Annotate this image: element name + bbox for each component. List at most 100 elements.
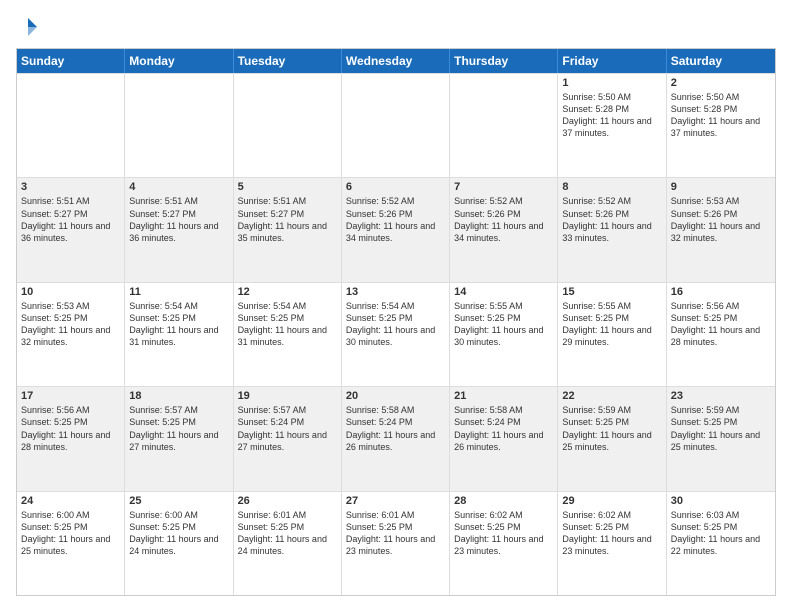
cell-info: Sunrise: 5:57 AM Sunset: 5:25 PM Dayligh… — [129, 404, 228, 453]
day-number: 18 — [129, 390, 228, 402]
calendar-cell: 29 Sunrise: 6:02 AM Sunset: 5:25 PM Dayli… — [558, 492, 666, 595]
calendar-cell: 16Sunrise: 5:56 AM Sunset: 5:25 PM Dayli… — [667, 283, 775, 386]
calendar-cell: 24Sunrise: 6:00 AM Sunset: 5:25 PM Dayli… — [17, 492, 125, 595]
day-number: 11 — [129, 286, 228, 298]
calendar-cell: 20 Sunrise: 5:58 AM Sunset: 5:24 PM Dayli… — [342, 387, 450, 490]
week-row-1: 1 Sunrise: 5:50 AM Sunset: 5:28 PM Daylig… — [17, 73, 775, 177]
calendar-cell: 14 Sunrise: 5:55 AM Sunset: 5:25 PM Dayli… — [450, 283, 558, 386]
calendar-cell: 30 Sunrise: 6:03 AM Sunset: 5:25 PM Dayli… — [667, 492, 775, 595]
header-saturday: Saturday — [667, 49, 775, 73]
day-number: 21 — [454, 390, 553, 402]
day-number: 5 — [238, 181, 337, 193]
day-number: 6 — [346, 181, 445, 193]
calendar-cell — [450, 74, 558, 177]
cell-info: Sunrise: 5:51 AM Sunset: 5:27 PM Dayligh… — [21, 195, 120, 244]
cell-info: Sunrise: 5:55 AM Sunset: 5:25 PM Dayligh… — [562, 300, 661, 349]
day-number: 12 — [238, 286, 337, 298]
calendar-cell: 15Sunrise: 5:55 AM Sunset: 5:25 PM Dayli… — [558, 283, 666, 386]
week-row-2: 3 Sunrise: 5:51 AM Sunset: 5:27 PM Daylig… — [17, 177, 775, 281]
cell-info: Sunrise: 5:52 AM Sunset: 5:26 PM Dayligh… — [454, 195, 553, 244]
header-tuesday: Tuesday — [234, 49, 342, 73]
day-number: 10 — [21, 286, 120, 298]
day-number: 27 — [346, 495, 445, 507]
calendar-cell: 1Sunrise: 5:50 AM Sunset: 5:28 PM Daylig… — [558, 74, 666, 177]
header — [16, 16, 776, 38]
calendar-cell: 12 Sunrise: 5:54 AM Sunset: 5:25 PM Dayli… — [234, 283, 342, 386]
calendar-cell: 9 Sunrise: 5:53 AM Sunset: 5:26 PM Daylig… — [667, 178, 775, 281]
day-number: 22 — [562, 390, 661, 402]
cell-info: Sunrise: 6:01 AM Sunset: 5:25 PM Dayligh… — [238, 509, 337, 558]
cell-info: Sunrise: 5:53 AM Sunset: 5:26 PM Dayligh… — [671, 195, 771, 244]
calendar-cell: 2 Sunrise: 5:50 AM Sunset: 5:28 PM Daylig… — [667, 74, 775, 177]
calendar-cell: 17Sunrise: 5:56 AM Sunset: 5:25 PM Dayli… — [17, 387, 125, 490]
cell-info: Sunrise: 5:52 AM Sunset: 5:26 PM Dayligh… — [562, 195, 661, 244]
day-number: 7 — [454, 181, 553, 193]
calendar-cell: 8Sunrise: 5:52 AM Sunset: 5:26 PM Daylig… — [558, 178, 666, 281]
calendar-cell: 21 Sunrise: 5:58 AM Sunset: 5:24 PM Dayli… — [450, 387, 558, 490]
calendar-cell: 19Sunrise: 5:57 AM Sunset: 5:24 PM Dayli… — [234, 387, 342, 490]
header-wednesday: Wednesday — [342, 49, 450, 73]
cell-info: Sunrise: 5:54 AM Sunset: 5:25 PM Dayligh… — [129, 300, 228, 349]
header-monday: Monday — [125, 49, 233, 73]
calendar-body: 1 Sunrise: 5:50 AM Sunset: 5:28 PM Daylig… — [17, 73, 775, 595]
calendar-cell — [17, 74, 125, 177]
calendar-cell: 22 Sunrise: 5:59 AM Sunset: 5:25 PM Dayli… — [558, 387, 666, 490]
cell-info: Sunrise: 5:56 AM Sunset: 5:25 PM Dayligh… — [671, 300, 771, 349]
day-number: 2 — [671, 77, 771, 89]
cell-info: Sunrise: 5:50 AM Sunset: 5:28 PM Dayligh… — [671, 91, 771, 140]
day-number: 26 — [238, 495, 337, 507]
header-friday: Friday — [558, 49, 666, 73]
calendar-cell: 5 Sunrise: 5:51 AM Sunset: 5:27 PM Daylig… — [234, 178, 342, 281]
day-number: 17 — [21, 390, 120, 402]
day-number: 13 — [346, 286, 445, 298]
page: Sunday Monday Tuesday Wednesday Thursday… — [0, 0, 792, 612]
cell-info: Sunrise: 6:02 AM Sunset: 5:25 PM Dayligh… — [562, 509, 661, 558]
cell-info: Sunrise: 5:59 AM Sunset: 5:25 PM Dayligh… — [562, 404, 661, 453]
day-number: 4 — [129, 181, 228, 193]
calendar: Sunday Monday Tuesday Wednesday Thursday… — [16, 48, 776, 596]
calendar-cell: 27 Sunrise: 6:01 AM Sunset: 5:25 PM Dayli… — [342, 492, 450, 595]
calendar-cell: 7 Sunrise: 5:52 AM Sunset: 5:26 PM Daylig… — [450, 178, 558, 281]
cell-info: Sunrise: 5:51 AM Sunset: 5:27 PM Dayligh… — [129, 195, 228, 244]
logo-icon — [17, 16, 39, 38]
cell-info: Sunrise: 5:54 AM Sunset: 5:25 PM Dayligh… — [238, 300, 337, 349]
day-number: 14 — [454, 286, 553, 298]
day-number: 1 — [562, 77, 661, 89]
calendar-cell: 28 Sunrise: 6:02 AM Sunset: 5:25 PM Dayli… — [450, 492, 558, 595]
cell-info: Sunrise: 5:51 AM Sunset: 5:27 PM Dayligh… — [238, 195, 337, 244]
day-number: 19 — [238, 390, 337, 402]
day-number: 23 — [671, 390, 771, 402]
cell-info: Sunrise: 6:01 AM Sunset: 5:25 PM Dayligh… — [346, 509, 445, 558]
day-number: 25 — [129, 495, 228, 507]
calendar-cell: 6Sunrise: 5:52 AM Sunset: 5:26 PM Daylig… — [342, 178, 450, 281]
week-row-5: 24Sunrise: 6:00 AM Sunset: 5:25 PM Dayli… — [17, 491, 775, 595]
day-number: 9 — [671, 181, 771, 193]
calendar-cell — [342, 74, 450, 177]
week-row-4: 17Sunrise: 5:56 AM Sunset: 5:25 PM Dayli… — [17, 386, 775, 490]
day-number: 29 — [562, 495, 661, 507]
cell-info: Sunrise: 5:53 AM Sunset: 5:25 PM Dayligh… — [21, 300, 120, 349]
cell-info: Sunrise: 5:55 AM Sunset: 5:25 PM Dayligh… — [454, 300, 553, 349]
calendar-header: Sunday Monday Tuesday Wednesday Thursday… — [17, 49, 775, 73]
cell-info: Sunrise: 5:58 AM Sunset: 5:24 PM Dayligh… — [346, 404, 445, 453]
cell-info: Sunrise: 6:03 AM Sunset: 5:25 PM Dayligh… — [671, 509, 771, 558]
header-sunday: Sunday — [17, 49, 125, 73]
day-number: 30 — [671, 495, 771, 507]
logo — [16, 16, 39, 38]
calendar-cell: 25 Sunrise: 6:00 AM Sunset: 5:25 PM Dayli… — [125, 492, 233, 595]
day-number: 28 — [454, 495, 553, 507]
calendar-cell: 26 Sunrise: 6:01 AM Sunset: 5:25 PM Dayli… — [234, 492, 342, 595]
cell-info: Sunrise: 6:00 AM Sunset: 5:25 PM Dayligh… — [129, 509, 228, 558]
calendar-cell — [234, 74, 342, 177]
header-thursday: Thursday — [450, 49, 558, 73]
cell-info: Sunrise: 5:58 AM Sunset: 5:24 PM Dayligh… — [454, 404, 553, 453]
cell-info: Sunrise: 6:02 AM Sunset: 5:25 PM Dayligh… — [454, 509, 553, 558]
calendar-cell: 4 Sunrise: 5:51 AM Sunset: 5:27 PM Daylig… — [125, 178, 233, 281]
day-number: 20 — [346, 390, 445, 402]
day-number: 3 — [21, 181, 120, 193]
cell-info: Sunrise: 6:00 AM Sunset: 5:25 PM Dayligh… — [21, 509, 120, 558]
cell-info: Sunrise: 5:54 AM Sunset: 5:25 PM Dayligh… — [346, 300, 445, 349]
calendar-cell: 11 Sunrise: 5:54 AM Sunset: 5:25 PM Dayli… — [125, 283, 233, 386]
calendar-cell: 23Sunrise: 5:59 AM Sunset: 5:25 PM Dayli… — [667, 387, 775, 490]
calendar-cell: 3 Sunrise: 5:51 AM Sunset: 5:27 PM Daylig… — [17, 178, 125, 281]
